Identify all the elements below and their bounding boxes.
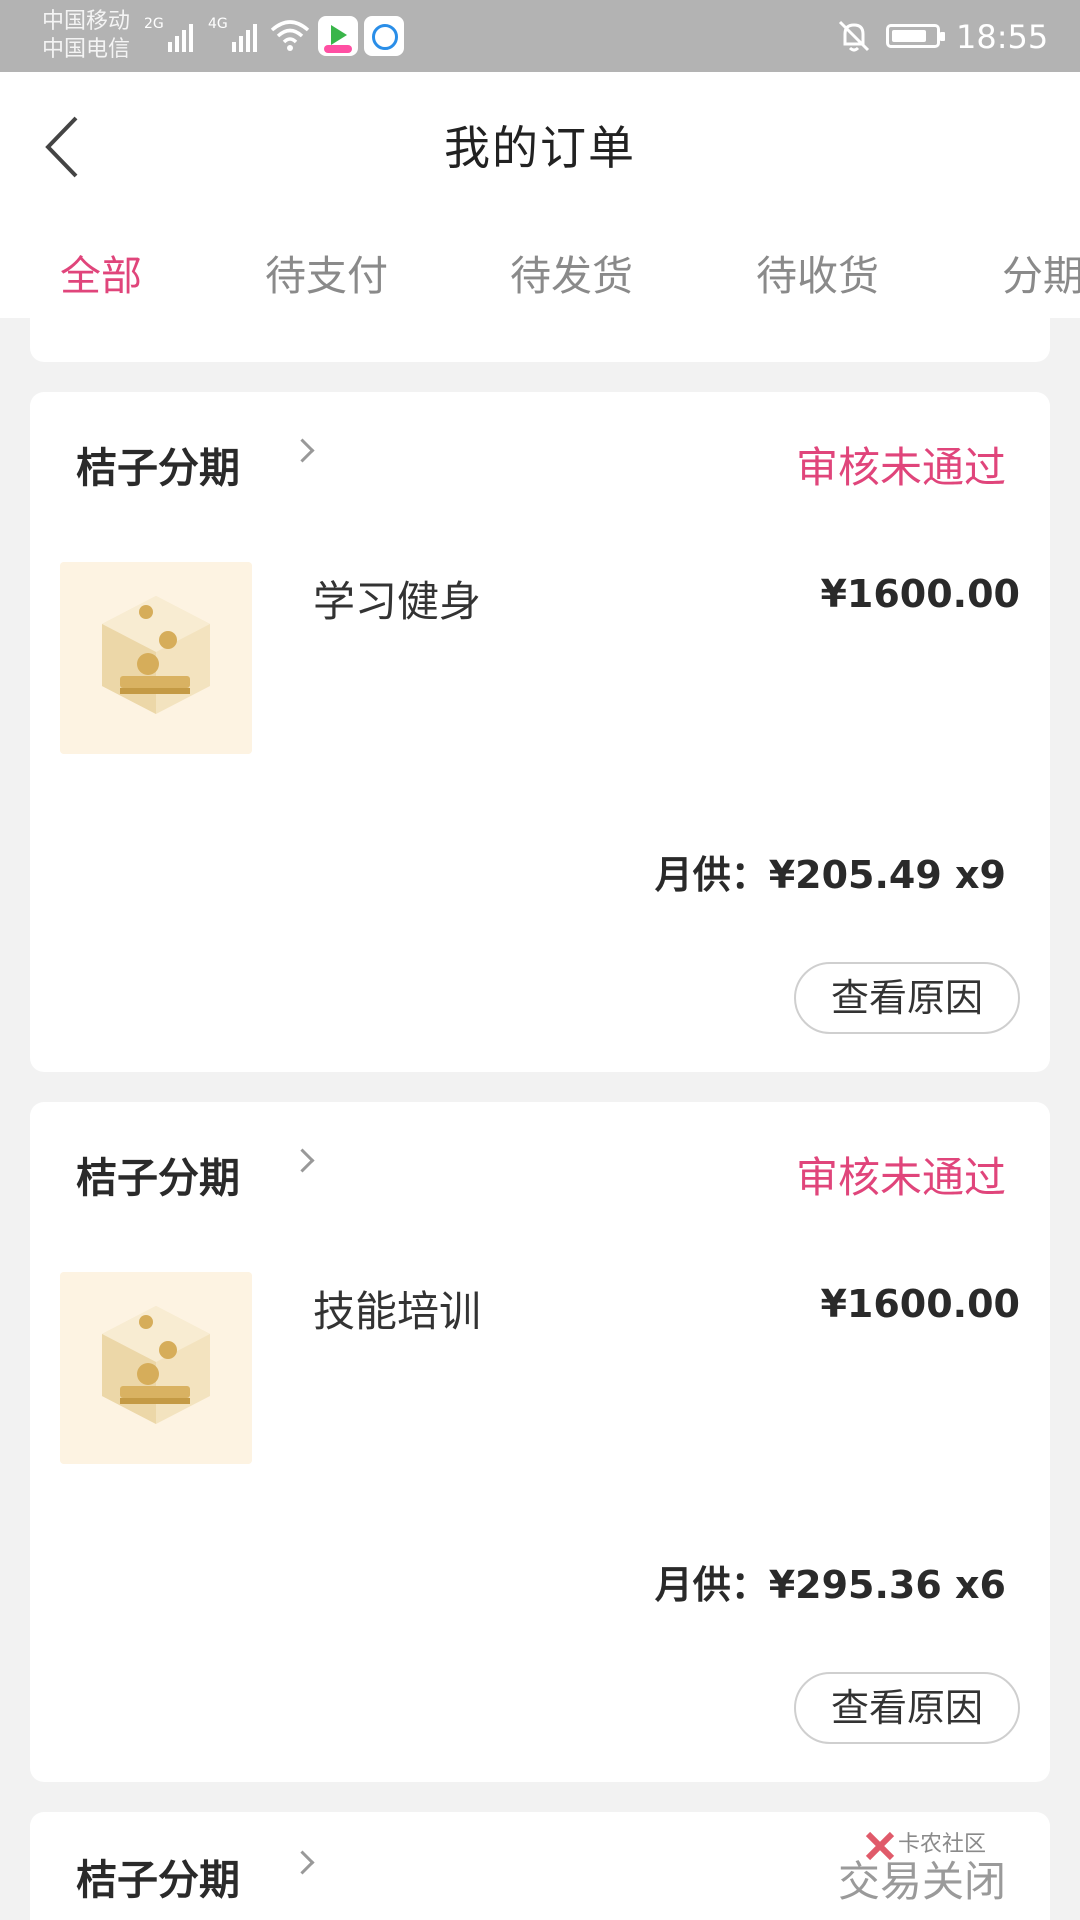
battery-icon	[886, 24, 945, 48]
merchant-name[interactable]: 桔子分期	[76, 1846, 240, 1906]
order-price: ¥1600.00	[820, 572, 1020, 616]
product-thumbnail	[60, 1272, 252, 1464]
order-card[interactable]: 桔子分期 审核未通过 学习健身 ¥1600.00 月供：¥205.49 x9 查…	[30, 392, 1050, 1072]
watermark-icon	[865, 1831, 895, 1861]
wifi-icon	[270, 20, 310, 51]
monthly-label: 月供：	[654, 1563, 769, 1607]
chevron-right-icon[interactable]	[290, 1850, 315, 1875]
browser-app-icon	[364, 16, 404, 56]
tab-pending-receipt[interactable]: 待收货	[756, 242, 879, 302]
carrier-names: 中国移动 中国电信	[42, 8, 130, 64]
product-name: 技能培训	[313, 1287, 482, 1336]
watermark-text: 卡农社区	[898, 1832, 987, 1857]
page-title: 我的订单	[444, 121, 636, 175]
network-type-2: 4G	[208, 16, 228, 32]
order-card[interactable]: 桔子分期 交易关闭 卡农社区	[30, 1812, 1050, 1920]
app-header: 我的订单	[0, 72, 1080, 220]
merchant-name[interactable]: 桔子分期	[76, 1144, 240, 1204]
monthly-label: 月供：	[654, 853, 769, 897]
tab-pending-payment[interactable]: 待支付	[265, 242, 388, 302]
tab-installment[interactable]: 分期	[1002, 242, 1080, 302]
video-app-icon	[318, 16, 358, 56]
battery-level	[892, 30, 926, 42]
order-tabs: 全部 待支付 待发货 待收货 分期	[0, 220, 1080, 318]
view-reason-button[interactable]: 查看原因	[794, 962, 1020, 1034]
monthly-payment: 月供：¥205.49 x9	[655, 844, 1006, 899]
monthly-value: ¥295.36 x6	[768, 1563, 1006, 1607]
order-status: 审核未通过	[795, 1153, 1006, 1202]
bell-muted-icon	[838, 20, 870, 52]
monthly-payment: 月供：¥295.36 x6	[655, 1554, 1006, 1609]
network-type-1: 2G	[144, 16, 164, 32]
merchant-name[interactable]: 桔子分期	[76, 434, 240, 494]
view-reason-button[interactable]: 查看原因	[794, 1672, 1020, 1744]
chevron-right-icon[interactable]	[290, 438, 315, 463]
signal-icon-2: 4G	[208, 16, 257, 52]
carrier-2: 中国电信	[42, 37, 131, 62]
order-card[interactable]: 桔子分期 审核未通过 技能培训 ¥1600.00 月供：¥295.36 x6 查…	[30, 1102, 1050, 1782]
tab-all[interactable]: 全部	[60, 242, 142, 302]
carrier-1: 中国移动	[42, 9, 131, 34]
tab-pending-shipment[interactable]: 待发货	[510, 242, 633, 302]
order-card-previous	[30, 306, 1050, 362]
chevron-right-icon[interactable]	[290, 1148, 315, 1173]
order-price: ¥1600.00	[820, 1282, 1020, 1326]
monthly-value: ¥205.49 x9	[768, 853, 1006, 897]
signal-icon: 2G	[144, 16, 193, 52]
product-name: 学习健身	[313, 577, 482, 626]
status-bar: 中国移动 中国电信 2G 4G 18:55	[0, 0, 1080, 72]
watermark-logo: 卡农社区	[862, 1822, 992, 1872]
clock: 18:55	[956, 18, 1049, 56]
order-status: 审核未通过	[795, 443, 1006, 492]
product-thumbnail	[60, 562, 252, 754]
